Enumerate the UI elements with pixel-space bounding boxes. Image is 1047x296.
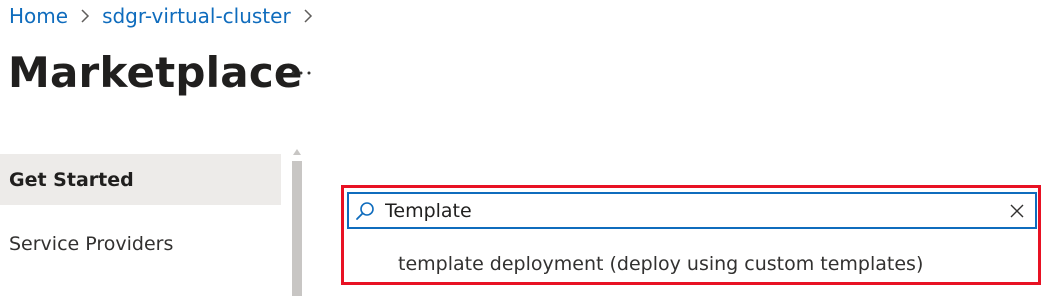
close-icon[interactable] [1007, 201, 1027, 221]
more-options-button[interactable] [286, 58, 316, 88]
breadcrumb-cluster-link[interactable]: sdgr-virtual-cluster [102, 4, 291, 28]
sidebar-nav: Get Started Service Providers [0, 154, 281, 269]
scrollbar-thumb[interactable] [292, 161, 302, 296]
breadcrumb-home-link[interactable]: Home [9, 4, 68, 28]
marketplace-search-field [347, 192, 1037, 229]
chevron-right-icon [80, 8, 90, 24]
breadcrumb: Home sdgr-virtual-cluster [9, 2, 325, 30]
sidebar-item-label: Get Started [9, 168, 134, 191]
chevron-right-icon [303, 8, 313, 24]
sidebar-item-service-providers[interactable]: Service Providers [0, 218, 281, 269]
ellipsis-icon [291, 71, 311, 75]
search-suggestion-label: template deployment (deploy using custom… [398, 253, 924, 275]
scroll-up-arrow-icon[interactable] [292, 148, 302, 156]
search-suggestion-item[interactable]: template deployment (deploy using custom… [347, 244, 1037, 284]
sidebar-item-get-started[interactable]: Get Started [0, 154, 281, 205]
page-title: Marketplace [8, 48, 303, 97]
search-icon [356, 202, 374, 220]
sidebar-scrollbar[interactable] [289, 145, 305, 296]
sidebar-item-label: Service Providers [9, 232, 174, 255]
search-input[interactable] [385, 196, 995, 225]
